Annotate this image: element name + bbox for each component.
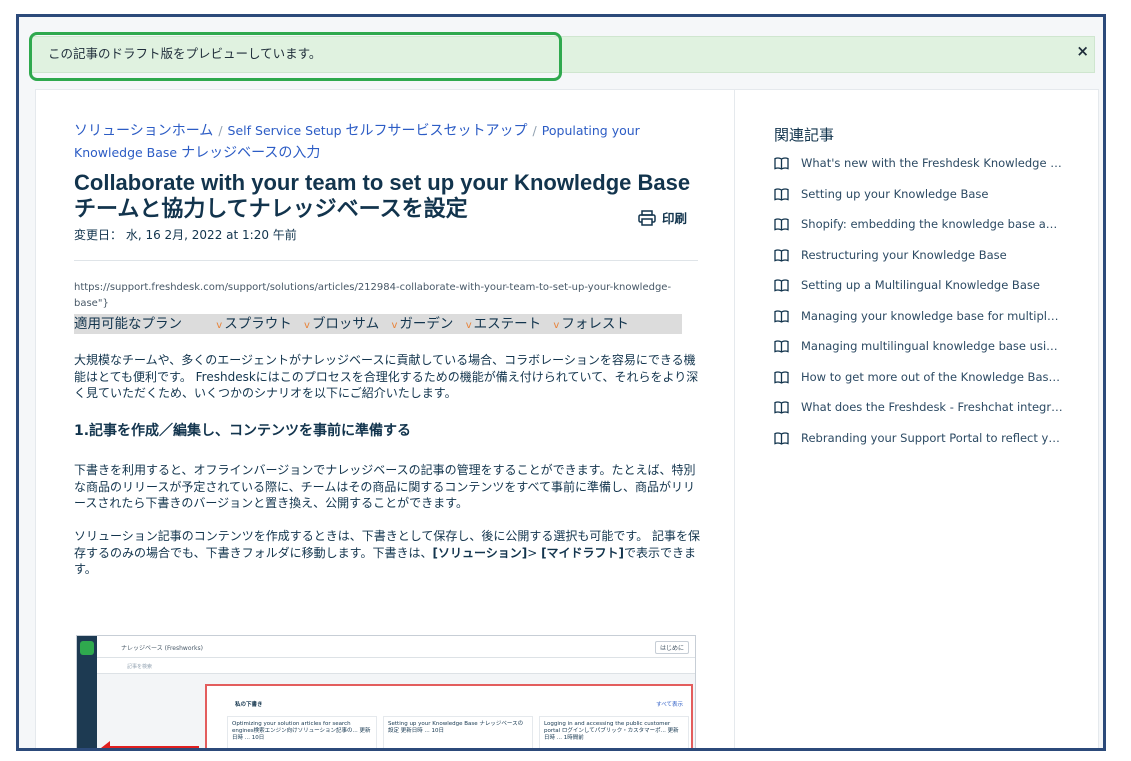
book-icon: [774, 340, 789, 353]
breadcrumb-solutions-home[interactable]: ソリューションホーム: [74, 123, 213, 139]
article-url-text: https://support.freshdesk.com/support/so…: [74, 282, 672, 309]
article-title: Collaborate with your team to set up you…: [74, 170, 714, 222]
banner-close-button[interactable]: ×: [1076, 42, 1089, 60]
breadcrumb: ソリューションホーム / Self Service Setup セルフサービスセット…: [74, 120, 704, 164]
related-article-link[interactable]: Setting up a Multilingual Knowledge Base: [774, 278, 1074, 309]
screenshot-draft-card: Setting up your Knowledge Base ナレッジベースの設…: [383, 716, 533, 748]
printer-icon: [638, 209, 656, 226]
divider: [74, 260, 698, 261]
plan-garden: v ガーデン: [391, 316, 454, 332]
book-icon: [774, 309, 789, 323]
paragraph-2: ソリューション記事のコンテンツを作成するときは、下書きとして保存し、後に公開する…: [74, 529, 701, 576]
book-icon: [774, 370, 789, 384]
plan-sprout: v スプラウト: [216, 316, 292, 332]
plan-blossom: v ブロッサム: [304, 316, 380, 332]
related-article-link[interactable]: Managing multilingual knowledge base usi…: [774, 339, 1074, 370]
screenshot-drafts-heading: 私の下書き: [235, 702, 263, 708]
breadcrumb-self-service-setup[interactable]: Self Service Setup: [228, 123, 342, 138]
article-title-en: Collaborate with your team to set up you…: [74, 170, 691, 195]
article-title-ja: チームと協力してナレッジベースを設定: [74, 196, 468, 221]
screenshot-view-all: すべて表示: [656, 702, 683, 708]
book-icon: [774, 401, 789, 414]
related-article-link[interactable]: How to get more out of the Knowledge Bas…: [774, 370, 1074, 401]
embedded-screenshot: ナレッジベース (Freshworks) はじめに 記事を検索 私の下書き すべ…: [76, 635, 696, 748]
print-button[interactable]: 印刷: [638, 208, 687, 227]
screenshot-draft-card: Logging in and accessing the public cust…: [539, 716, 689, 748]
intro-paragraph: 大規模なチームや、多くのエージェントがナレッジベースに貢献している場合、コラボレ…: [74, 353, 699, 400]
applicable-plans-bar: 適用可能なプラン v スプラウト v ブロッサム v ガーデン v エステート v フォレ…: [74, 314, 682, 334]
related-articles-list: What's new with the Freshdesk Knowledge …: [774, 156, 1074, 461]
screenshot-search: 記事を検索: [97, 658, 695, 674]
related-article-link[interactable]: Managing your knowledge base for multipl…: [774, 309, 1074, 340]
book-icon: [774, 218, 789, 231]
book-icon: [774, 187, 789, 201]
check-icon: v: [391, 320, 398, 331]
related-article-link[interactable]: What does the Freshdesk - Freshchat inte…: [774, 400, 1074, 431]
breadcrumb-separator: /: [218, 123, 223, 138]
book-icon: [774, 248, 789, 262]
freshdesk-logo-icon: [80, 641, 94, 655]
section-heading-1: 1.記事を作成／編集し、コンテンツを事前に準備する: [74, 423, 412, 439]
related-article-link[interactable]: What's new with the Freshdesk Knowledge …: [774, 156, 1074, 187]
breadcrumb-separator: /: [532, 123, 537, 138]
modified-date: 変更日： 水, 16 2月, 2022 at 1:20 午前: [74, 228, 297, 242]
print-label: 印刷: [662, 211, 688, 226]
related-articles-title: 関連記事: [774, 126, 835, 144]
check-icon: v: [465, 320, 472, 331]
screenshot-sidebar: [77, 636, 97, 748]
article-panel: ソリューションホーム / Self Service Setup セルフサービスセット…: [35, 89, 735, 748]
book-icon: [774, 157, 789, 170]
related-article-link[interactable]: Shopify: embedding the knowledge base an…: [774, 217, 1074, 248]
red-arrow-icon: [101, 741, 199, 748]
plan-estate: v エステート: [465, 316, 542, 332]
paragraph-1: 下書きを利用すると、オフラインバージョンでナレッジベースの記事の管理をすることが…: [74, 463, 696, 510]
related-article-link[interactable]: Setting up your Knowledge Base: [774, 187, 1074, 218]
check-icon: v: [216, 320, 223, 331]
screenshot-draft-card: Optimizing your solution articles for se…: [227, 716, 377, 748]
related-article-link[interactable]: Restructuring your Knowledge Base: [774, 248, 1074, 279]
related-articles-panel: 関連記事 What's new with the Freshdesk Knowl…: [735, 89, 1099, 748]
check-icon: v: [304, 320, 310, 331]
preview-frame: この記事のドラフト版をプレビューしています。 × ソリューションホーム / Self…: [16, 14, 1106, 751]
book-icon: [774, 279, 789, 292]
plan-forest: v フォレスト: [553, 316, 629, 332]
screenshot-header: ナレッジベース (Freshworks) はじめに: [97, 636, 695, 658]
banner-message: この記事のドラフト版をプレビューしています。: [48, 46, 322, 61]
screenshot-app-title: ナレッジベース (Freshworks): [121, 645, 203, 652]
plans-label: 適用可能なプラン: [74, 316, 182, 332]
book-icon: [774, 431, 789, 445]
check-icon: v: [553, 320, 560, 331]
breadcrumb-populating-kb-ja[interactable]: ナレッジベースの入力: [181, 145, 320, 161]
screenshot-drafts-box: 私の下書き すべて表示 Optimizing your solution art…: [205, 684, 693, 748]
related-article-link[interactable]: Rebranding your Support Portal to reflec…: [774, 431, 1074, 462]
breadcrumb-self-service-setup-ja[interactable]: セルフサービスセットアップ: [346, 123, 528, 139]
screenshot-top-button: はじめに: [654, 641, 689, 654]
